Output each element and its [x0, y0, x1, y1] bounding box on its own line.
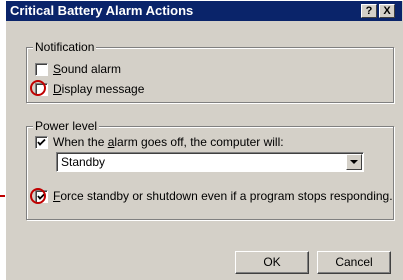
power-level-legend: Power level — [33, 119, 100, 133]
title-bar: Critical Battery Alarm Actions ? X — [6, 1, 402, 21]
ok-button[interactable]: OK — [235, 251, 309, 274]
force-standby-callout-circle — [30, 188, 46, 204]
when-alarm-label[interactable]: When the alarm goes off, the computer wi… — [53, 135, 284, 149]
chevron-down-icon — [350, 160, 358, 164]
critical-battery-alarm-dialog: Critical Battery Alarm Actions ? X Notif… — [5, 0, 403, 280]
sound-alarm-checkbox[interactable] — [35, 63, 48, 76]
help-icon: ? — [365, 5, 373, 17]
action-select-value: Standby — [61, 155, 106, 169]
action-select[interactable]: Standby — [56, 152, 364, 172]
help-button[interactable]: ? — [361, 4, 377, 18]
notification-legend: Notification — [33, 40, 97, 54]
ok-label: OK — [263, 255, 281, 269]
force-standby-label[interactable]: Force standby or shutdown even if a prog… — [53, 189, 393, 203]
close-icon: X — [383, 5, 391, 17]
sound-alarm-label[interactable]: Sound alarm — [53, 62, 121, 76]
display-message-callout-circle — [30, 80, 46, 96]
cancel-button[interactable]: Cancel — [317, 251, 391, 274]
close-button[interactable]: X — [379, 4, 395, 18]
when-alarm-checkbox[interactable] — [35, 136, 48, 149]
display-message-label[interactable]: Display message — [53, 82, 144, 96]
dialog-title: Critical Battery Alarm Actions — [10, 3, 194, 18]
cancel-label: Cancel — [335, 255, 373, 269]
dropdown-button[interactable] — [346, 154, 362, 170]
